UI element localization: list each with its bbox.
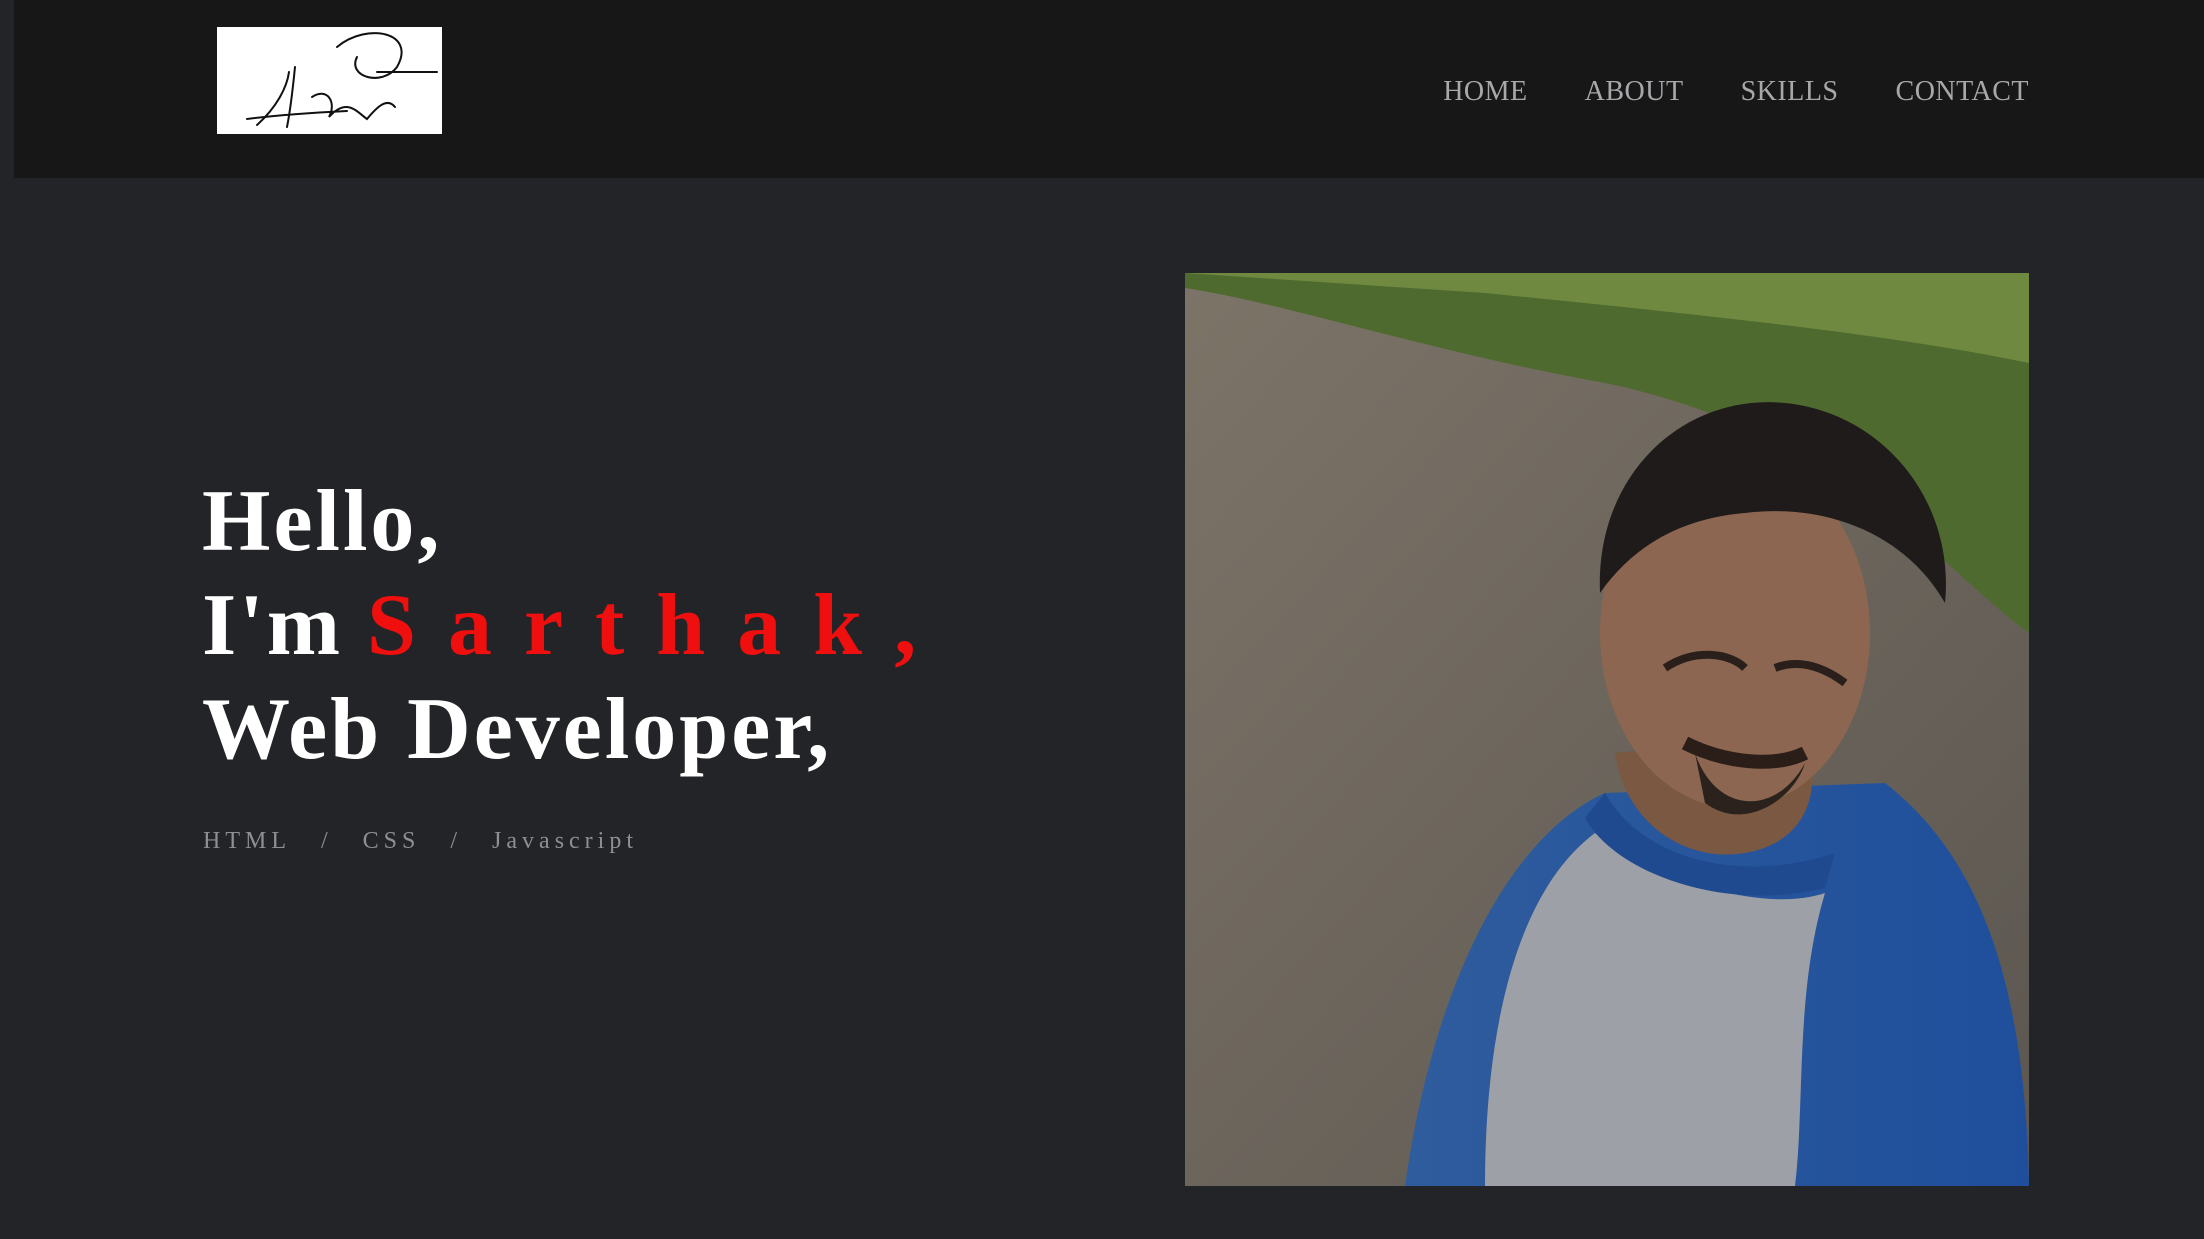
portrait-image <box>1185 273 2029 1186</box>
hero-name: Sarthak, <box>367 577 949 674</box>
portrait-photo <box>1185 273 2029 1186</box>
nav-home[interactable]: HOME <box>1443 72 1527 112</box>
signature-icon <box>246 32 438 128</box>
skill-separator: / <box>450 828 463 854</box>
hero-heading: Hello, I'm Sarthak, Web Developer, <box>202 470 948 782</box>
hero-role: Web Developer, <box>202 681 833 778</box>
hero-greeting: Hello, <box>202 473 443 570</box>
skill-css: CSS <box>362 828 421 854</box>
skill-javascript: Javascript <box>492 828 639 854</box>
main-nav: HOME ABOUT SKILLS CONTACT <box>1443 72 2029 112</box>
hero-intro-prefix: I'm <box>202 577 343 674</box>
nav-skills[interactable]: SKILLS <box>1741 72 1839 112</box>
hero-intro: I'm Sarthak, <box>202 574 948 678</box>
nav-contact[interactable]: CONTACT <box>1896 72 2029 112</box>
skill-html: HTML <box>203 828 291 854</box>
signature-logo[interactable] <box>217 27 442 134</box>
skill-separator: / <box>321 828 333 854</box>
nav-about[interactable]: ABOUT <box>1585 72 1684 112</box>
skills-list: HTML / CSS / Javascript <box>203 828 638 855</box>
site-header: HOME ABOUT SKILLS CONTACT <box>14 0 2204 178</box>
